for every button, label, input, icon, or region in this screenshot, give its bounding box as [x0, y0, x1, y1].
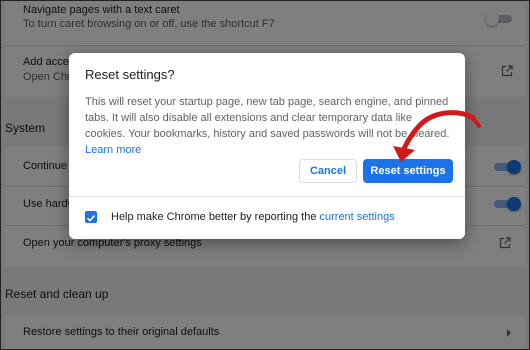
cancel-button[interactable]: Cancel — [299, 159, 357, 183]
report-settings-checkbox[interactable] — [85, 211, 97, 223]
report-settings-label: Help make Chrome better by reporting the — [111, 211, 317, 223]
dialog-title: Reset settings? — [85, 67, 175, 82]
checkmark-icon — [86, 215, 96, 222]
browser-viewport: Navigate pages with a text caret To turn… — [0, 0, 530, 350]
current-settings-link[interactable]: current settings — [320, 211, 395, 223]
learn-more-link[interactable]: Learn more — [85, 144, 141, 156]
dialog-divider — [69, 196, 465, 197]
curved-arrow-icon — [393, 110, 481, 162]
dialog-footer: Help make Chrome better by reporting the… — [111, 211, 395, 223]
